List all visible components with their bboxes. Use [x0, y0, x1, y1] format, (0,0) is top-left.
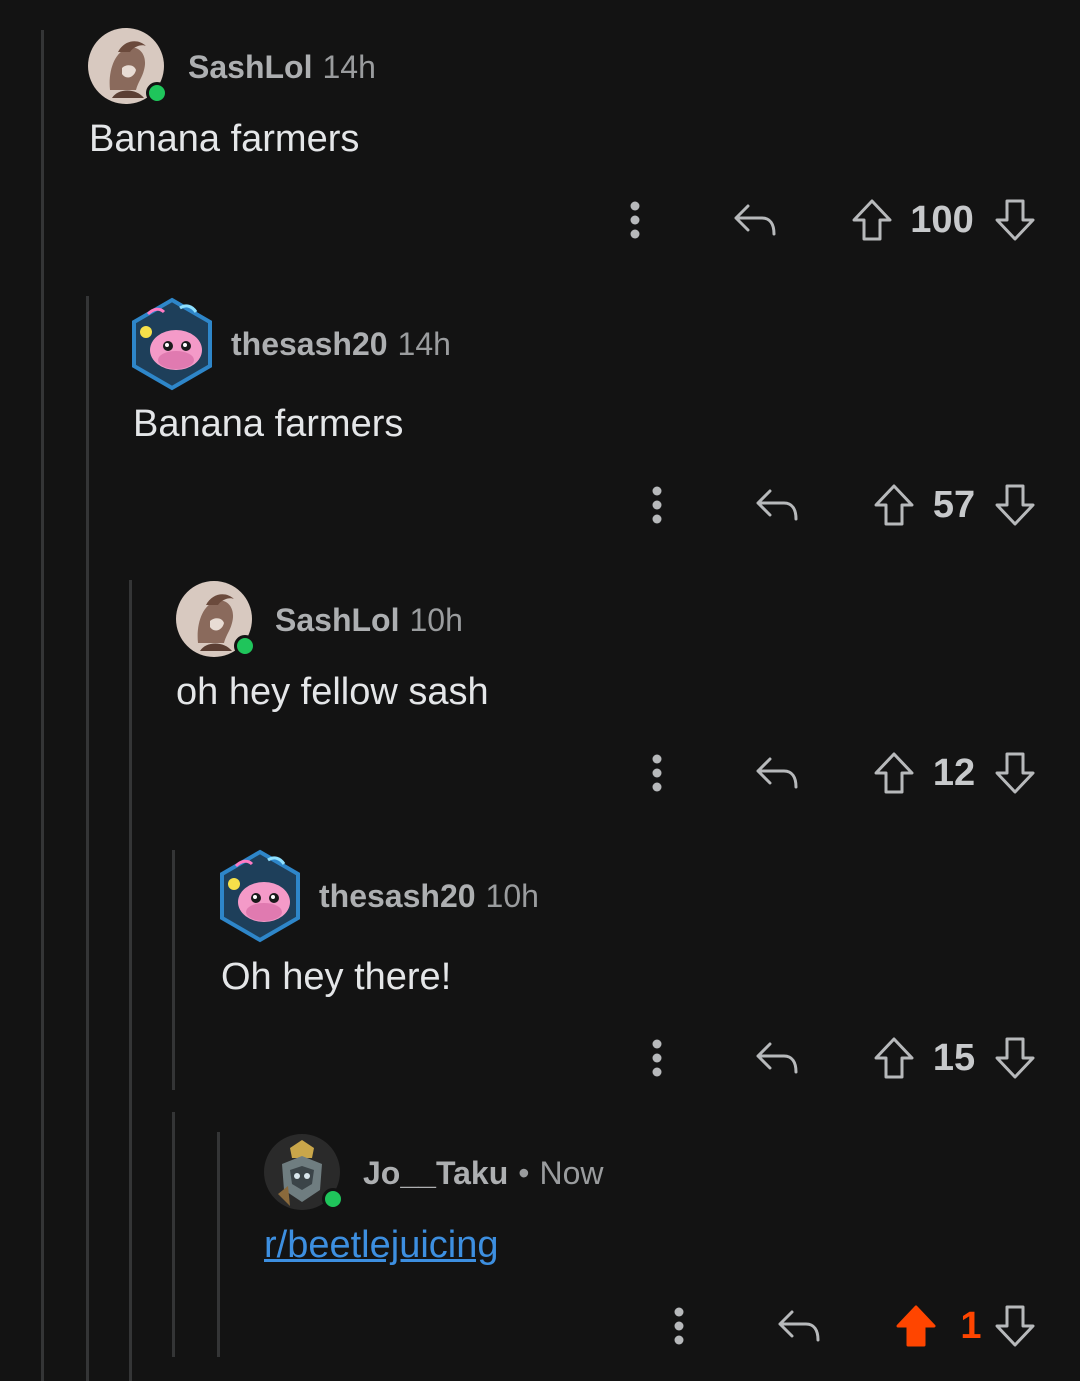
- reply-arrow-icon: [734, 204, 776, 236]
- reply-arrow-icon: [756, 1042, 798, 1074]
- more-vertical-icon: [652, 754, 662, 792]
- avatar[interactable]: [264, 1134, 344, 1210]
- username[interactable]: thesash20: [231, 326, 388, 362]
- comment-thread: SashLol 14h Banana farmers 100 thesash20…: [0, 0, 1080, 1381]
- reply-arrow-icon: [756, 757, 798, 789]
- online-indicator: [322, 1188, 344, 1210]
- downvote-arrow-icon: [995, 199, 1035, 241]
- more-options-button[interactable]: [632, 1028, 682, 1088]
- timestamp: 10h: [409, 602, 463, 638]
- vote-score: 57: [932, 484, 976, 526]
- more-vertical-icon: [630, 201, 640, 239]
- vote-score: 15: [932, 1037, 976, 1079]
- upvote-arrow-icon: [874, 752, 914, 794]
- comment-body: Banana farmers: [133, 403, 404, 445]
- upvote-button[interactable]: [842, 190, 902, 250]
- avatar[interactable]: [88, 28, 168, 104]
- comment-body: r/beetlejuicing: [264, 1222, 498, 1268]
- downvote-button[interactable]: [985, 475, 1045, 535]
- thread-line[interactable]: [41, 30, 44, 1381]
- reply-button[interactable]: [737, 1028, 817, 1088]
- downvote-button[interactable]: [985, 1296, 1045, 1356]
- downvote-button[interactable]: [985, 743, 1045, 803]
- subreddit-link[interactable]: r/beetlejuicing: [264, 1224, 498, 1266]
- comment-actions: 12: [580, 743, 1040, 803]
- upvote-arrow-icon: [874, 1037, 914, 1079]
- upvote-button[interactable]: [886, 1296, 946, 1356]
- more-options-button[interactable]: [610, 190, 660, 250]
- comment-body: Oh hey there!: [221, 956, 452, 998]
- reply-button[interactable]: [737, 743, 817, 803]
- comment-body: oh hey fellow sash: [176, 671, 489, 713]
- more-options-button[interactable]: [654, 1296, 704, 1356]
- thread-line[interactable]: [86, 296, 89, 1381]
- upvote-arrow-icon: [896, 1305, 936, 1347]
- more-vertical-icon: [674, 1307, 684, 1345]
- comment-actions: 15: [580, 1028, 1040, 1088]
- downvote-button[interactable]: [985, 1028, 1045, 1088]
- more-options-button[interactable]: [632, 475, 682, 535]
- upvote-arrow-icon: [852, 199, 892, 241]
- downvote-arrow-icon: [995, 1037, 1035, 1079]
- vote-score: 1: [960, 1305, 982, 1347]
- comment-meta: SashLol 14h: [188, 47, 376, 87]
- comment-actions: 1: [580, 1296, 1040, 1356]
- username[interactable]: SashLol: [188, 49, 312, 85]
- avatar[interactable]: [130, 296, 214, 392]
- more-options-button[interactable]: [632, 743, 682, 803]
- downvote-arrow-icon: [995, 752, 1035, 794]
- blobfish-avatar-icon: [220, 849, 300, 943]
- downvote-arrow-icon: [995, 1305, 1035, 1347]
- upvote-button[interactable]: [864, 1028, 924, 1088]
- comment-meta: thesash20 10h: [319, 876, 539, 916]
- downvote-arrow-icon: [995, 484, 1035, 526]
- timestamp: 14h: [322, 49, 376, 85]
- more-vertical-icon: [652, 486, 662, 524]
- thread-line[interactable]: [172, 850, 175, 1090]
- thread-line[interactable]: [172, 1112, 175, 1357]
- timestamp: Now: [539, 1155, 604, 1191]
- username[interactable]: SashLol: [275, 602, 399, 638]
- timestamp: 14h: [397, 326, 451, 362]
- upvote-button[interactable]: [864, 475, 924, 535]
- more-vertical-icon: [652, 1039, 662, 1077]
- separator: •: [518, 1155, 530, 1191]
- reply-button[interactable]: [759, 1296, 839, 1356]
- thread-line[interactable]: [217, 1132, 220, 1357]
- reply-button[interactable]: [737, 475, 817, 535]
- comment-actions: 100: [580, 190, 1040, 250]
- comment-body: Banana farmers: [89, 118, 360, 160]
- downvote-button[interactable]: [985, 190, 1045, 250]
- upvote-arrow-icon: [874, 484, 914, 526]
- upvote-button[interactable]: [864, 743, 924, 803]
- avatar[interactable]: [218, 848, 302, 944]
- timestamp: 10h: [485, 878, 539, 914]
- comment-meta: Jo__Taku • Now: [363, 1153, 603, 1193]
- online-indicator: [234, 635, 256, 657]
- blobfish-avatar-icon: [132, 297, 212, 391]
- vote-score: 100: [910, 199, 974, 241]
- vote-score: 12: [932, 752, 976, 794]
- thread-line[interactable]: [129, 580, 132, 1381]
- comment-actions: 57: [580, 475, 1040, 535]
- comment-meta: thesash20 14h: [231, 324, 451, 364]
- reply-arrow-icon: [778, 1310, 820, 1342]
- comment-meta: SashLol 10h: [275, 600, 463, 640]
- avatar[interactable]: [176, 581, 256, 657]
- username[interactable]: thesash20: [319, 878, 476, 914]
- reply-button[interactable]: [715, 190, 795, 250]
- reply-arrow-icon: [756, 489, 798, 521]
- online-indicator: [146, 82, 168, 104]
- username[interactable]: Jo__Taku: [363, 1155, 508, 1191]
